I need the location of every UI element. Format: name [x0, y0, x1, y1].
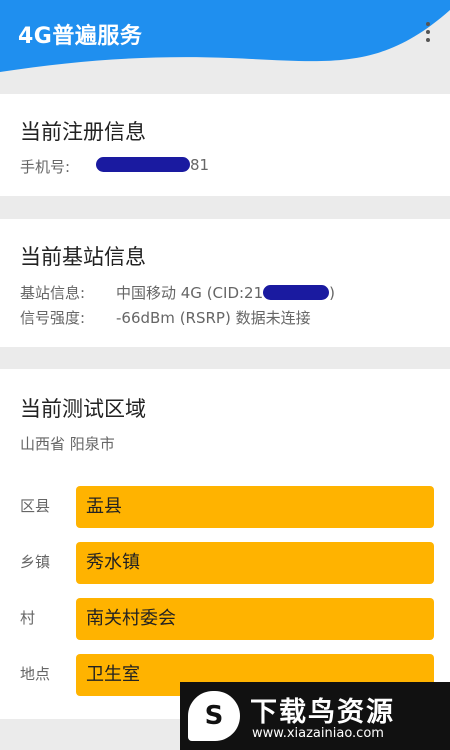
row-label-village: 村 [20, 609, 36, 627]
watermark-url: www.xiazainiao.com [252, 726, 384, 741]
row-label-location: 地点 [20, 665, 51, 683]
phone-value: 81 [96, 156, 209, 174]
region-text: 山西省 阳泉市 [20, 435, 115, 453]
base-station-card: 当前基站信息 基站信息: 中国移动 4G (CID:21) 信号强度: -66d… [0, 219, 450, 347]
watermark-text: 下载鸟资源 [250, 697, 395, 728]
phone-label: 手机号: [20, 158, 71, 176]
registration-title: 当前注册信息 [20, 120, 146, 144]
registration-card: 当前注册信息 手机号: 81 [0, 94, 450, 196]
row-label-town: 乡镇 [20, 553, 51, 571]
test-area-title: 当前测试区域 [20, 397, 146, 421]
station-close: ) [329, 284, 336, 302]
app-bar: 4G普遍服务 [0, 0, 450, 72]
signal-value: -66dBm (RSRP) 数据未连接 [116, 309, 311, 327]
redaction-mark [96, 157, 190, 172]
station-text: 中国移动 4G (CID:21 [116, 284, 264, 302]
signal-label: 信号强度: [20, 309, 86, 327]
station-label: 基站信息: [20, 284, 86, 302]
base-station-title: 当前基站信息 [20, 245, 146, 269]
row-label-county: 区县 [20, 497, 51, 515]
phone-suffix: 81 [190, 156, 210, 174]
watermark: S 下载鸟资源 www.xiazainiao.com [180, 682, 450, 750]
redaction-mark [263, 285, 330, 300]
watermark-logo: S [188, 691, 240, 741]
county-field[interactable]: 盂县 [76, 486, 434, 528]
village-field[interactable]: 南关村委会 [76, 598, 434, 640]
station-value: 中国移动 4G (CID:21) [116, 282, 335, 303]
town-field[interactable]: 秀水镇 [76, 542, 434, 584]
more-vert-icon[interactable] [416, 16, 440, 48]
app-title: 4G普遍服务 [18, 24, 143, 49]
logo-glyph: S [204, 701, 224, 731]
